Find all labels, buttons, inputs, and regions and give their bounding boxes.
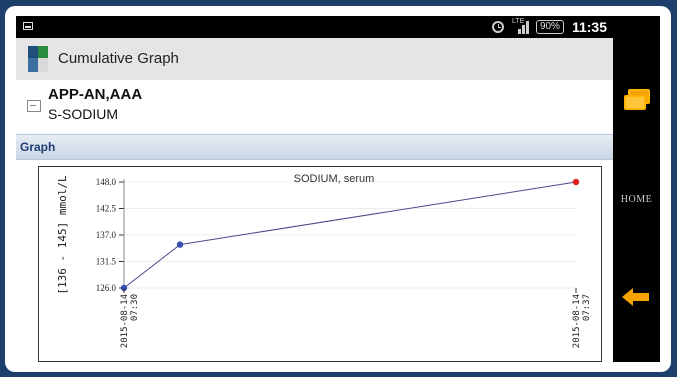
y-tick-label: 131.5: [96, 257, 117, 267]
back-arrow-icon[interactable]: [622, 288, 650, 306]
status-bar: LTE 90% 11:35: [16, 16, 613, 38]
data-point: [176, 241, 184, 248]
action-bar: Cumulative Graph: [16, 38, 613, 81]
test-name: S-SODIUM: [48, 106, 118, 122]
cumulative-chart[interactable]: 148.0 142.5 137.0 131.5 126.0 [136 - 145] mmo…: [38, 166, 602, 362]
chart-title: SODIUM, serum: [294, 173, 375, 185]
device-screen: LTE 90% 11:35 Cumulative Graph APP-AN,AA…: [16, 16, 660, 362]
x-tick-label-time: 07:37: [582, 294, 592, 321]
status-icons: LTE 90% 11:35: [491, 18, 607, 36]
section-label: Graph: [20, 140, 56, 154]
x-tick-label-time: 07:30: [130, 294, 140, 321]
image-icon: [27, 100, 41, 112]
x-tick-label-date: 2015-08-14: [120, 294, 130, 348]
x-tick-label-date: 2015-08-14: [572, 294, 582, 348]
battery-icon: 90%: [535, 20, 564, 34]
home-button[interactable]: HOME: [613, 194, 660, 205]
y-axis-label: [136 - 145] mmol/L: [56, 175, 69, 295]
navigation-bar: HOME: [613, 16, 660, 362]
y-tick-label: 142.5: [96, 204, 117, 214]
y-tick-label: 148.0: [96, 177, 117, 187]
chart-svg: 148.0 142.5 137.0 131.5 126.0 [136 - 145] mmo…: [56, 173, 592, 348]
y-tick-label: 137.0: [96, 230, 117, 240]
patient-header: APP-AN,AAA S-SODIUM: [16, 80, 613, 130]
signal-label: LTE: [511, 18, 525, 25]
clock: 11:35: [571, 19, 607, 35]
patient-name: APP-AN,AAA: [48, 86, 143, 103]
app-icon[interactable]: [28, 46, 48, 72]
signal-icon: LTE: [511, 18, 529, 34]
app-screen: LTE 90% 11:35 Cumulative Graph APP-AN,AA…: [16, 16, 613, 362]
alarm-icon: [491, 21, 504, 33]
recent-apps-icon[interactable]: [624, 89, 650, 111]
section-header-graph: Graph: [16, 134, 613, 160]
image-icon: [23, 22, 33, 30]
screenshot-frame: LTE 90% 11:35 Cumulative Graph APP-AN,AA…: [5, 6, 671, 372]
app-title: Cumulative Graph: [58, 50, 179, 67]
y-tick-label: 126.0: [96, 283, 117, 293]
data-point: [572, 178, 580, 186]
